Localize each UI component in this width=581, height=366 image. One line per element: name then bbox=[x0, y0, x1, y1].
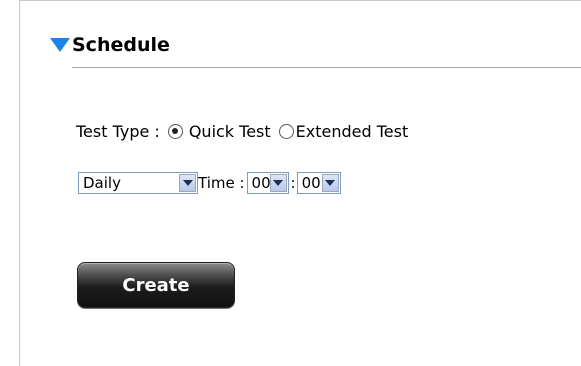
time-separator: : bbox=[290, 174, 296, 192]
schedule-row: Daily Time : 00 : 00 bbox=[78, 172, 341, 194]
extended-test-radio[interactable] bbox=[278, 123, 294, 139]
minute-value: 00 bbox=[301, 174, 321, 192]
quick-test-radio[interactable] bbox=[167, 123, 183, 139]
schedule-panel: Schedule Test Type : Quick Test Extended… bbox=[0, 0, 581, 366]
minute-select[interactable]: 00 bbox=[296, 172, 341, 194]
panel-left-border bbox=[19, 0, 20, 366]
chevron-down-icon[interactable] bbox=[179, 174, 196, 192]
schedule-section-header[interactable]: Schedule bbox=[50, 32, 581, 68]
triangle-down-icon[interactable] bbox=[50, 38, 70, 52]
create-button[interactable]: Create bbox=[77, 262, 235, 308]
section-title: Schedule bbox=[72, 34, 170, 56]
frequency-select[interactable]: Daily bbox=[78, 172, 198, 194]
frequency-value: Daily bbox=[83, 174, 121, 192]
panel-top-border bbox=[19, 0, 581, 1]
chevron-down-icon[interactable] bbox=[269, 174, 287, 192]
test-type-label: Test Type : bbox=[76, 121, 160, 141]
hour-value: 00 bbox=[251, 174, 271, 192]
hour-select[interactable]: 00 bbox=[246, 172, 289, 194]
section-divider bbox=[72, 67, 581, 68]
quick-test-label[interactable]: Quick Test bbox=[189, 122, 271, 141]
test-type-row: Test Type : Quick Test Extended Test bbox=[76, 118, 414, 144]
time-label: Time : bbox=[198, 174, 245, 192]
extended-test-label[interactable]: Extended Test bbox=[296, 122, 409, 141]
chevron-down-icon[interactable] bbox=[321, 174, 339, 192]
